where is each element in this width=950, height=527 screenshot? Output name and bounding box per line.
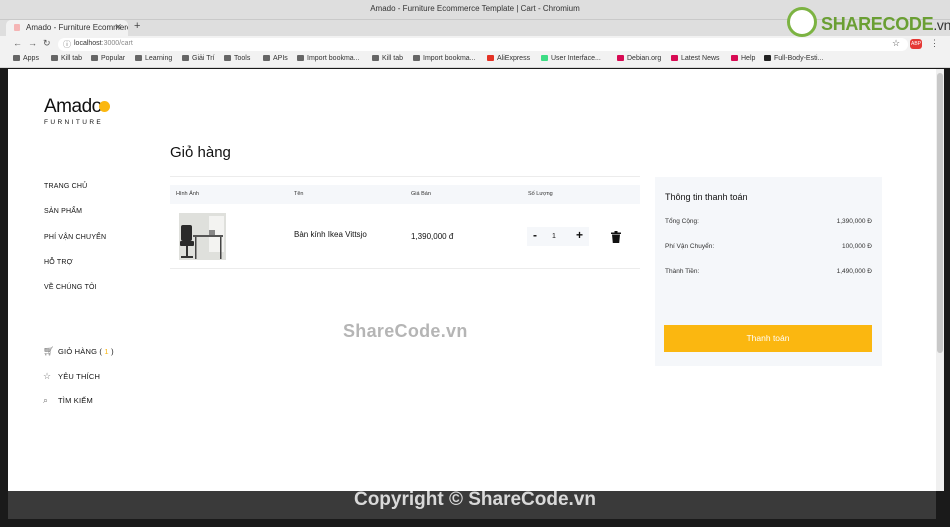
gear-icon [413,55,420,61]
aliexpress-icon [487,55,494,61]
col-header-name: Tên [294,191,304,197]
url-path: :3000/cart [101,40,133,47]
folder-icon [224,55,231,61]
logo-subtitle: FURNITURE [44,119,104,126]
bookmark-kill-tab[interactable]: Kill tab [51,55,82,62]
sidebar-search-link[interactable]: ⌕ TÌM KIẾM [43,395,93,406]
back-icon[interactable]: ← [13,38,22,48]
bookmark-folder-learning[interactable]: Learning [135,55,172,62]
nav-products[interactable]: SẢN PHẨM [44,208,82,215]
gear-icon [297,55,304,61]
bookmark-apps[interactable]: Apps [13,55,39,62]
bookmark-kill-tab-2[interactable]: Kill tab [372,55,403,62]
url-host: localhost [74,40,102,47]
subtotal-label: Tổng Cộng: [665,218,699,225]
row-divider [170,268,640,269]
product-image[interactable] [179,213,226,260]
site-logo[interactable]: Amado [44,96,102,118]
reload-icon[interactable]: ↻ [43,38,51,49]
bookmark-full-body[interactable]: Full-Body-Esti... [764,55,823,62]
watermark-copyright: Copyright © ShareCode.vn [353,489,597,510]
table-header [170,185,640,204]
nav-home[interactable]: TRANG CHỦ [44,183,87,190]
debian-icon [671,55,678,61]
summary-title: Thông tin thanh toán [665,192,748,202]
debian-icon [617,55,624,61]
nav-shipping[interactable]: PHÍ VẬN CHUYỂN [44,234,106,241]
shipping-value: 100,000 Đ [842,243,872,250]
debian-icon [731,55,738,61]
checkout-button[interactable]: Thanh toán [664,325,872,352]
bookmark-help[interactable]: Help [731,55,755,62]
subtotal-value: 1,390,000 Đ [836,218,872,225]
browser-tab[interactable]: Amado - Furniture Ecommerce ✕ [6,20,128,36]
col-header-quantity: Số Lượng [528,191,553,197]
minus-icon[interactable]: - [533,228,537,242]
cart-icon: 🛒︎ [43,346,55,356]
total-value: 1,490,000 Đ [836,268,872,275]
bookmark-folder-giai-tri[interactable]: Giải Trí [182,55,215,62]
android-icon [541,55,548,61]
folder-icon [182,55,189,61]
sharecode-emblem-icon [787,7,817,37]
watermark-center: ShareCode.vn [343,321,468,341]
bookmark-folder-apis[interactable]: APIs [263,55,288,62]
cart-count: 1 [104,347,109,356]
folder-icon [135,55,142,61]
tab-favicon-icon [14,24,20,31]
product-price: 1,390,000 đ [411,232,454,241]
bookmark-folder-tools[interactable]: Tools [224,55,250,62]
sidebar-cart-link[interactable]: 🛒︎ GIỎ HÀNG ( 1 ) [43,346,114,357]
sharecode-logo: SHARECODE.vn [787,7,950,41]
bookmark-import-1[interactable]: Import bookma... [297,55,360,62]
github-icon [764,55,771,61]
bookmark-user-interface[interactable]: User Interface... [541,55,601,62]
apps-grid-icon [13,55,20,61]
col-header-image: Hình Ảnh [176,191,199,197]
product-name[interactable]: Bàn kính Ikea Vittsjo [294,230,367,239]
trash-icon[interactable] [611,231,621,243]
bookmark-debian[interactable]: Debian.org [617,55,661,62]
bookmark-latest-news[interactable]: Latest News [671,55,720,62]
globe-icon [372,55,379,61]
address-bar[interactable]: ⓘ localhost:3000/cart [58,38,908,51]
logo-dot [99,101,110,112]
tab-close-icon[interactable]: ✕ [114,22,122,33]
bookmark-aliexpress[interactable]: AliExpress [487,55,530,62]
bookmark-import-2[interactable]: Import bookma... [413,55,476,62]
shipping-label: Phí Vận Chuyển: [665,243,715,250]
page-title: Giỏ hàng [170,144,231,161]
bookmark-folder-popular[interactable]: Popular [91,55,125,62]
quantity-input[interactable]: 1 [552,233,556,240]
globe-icon [51,55,58,61]
scrollbar-thumb[interactable] [937,73,943,353]
search-icon: ⌕ [43,395,49,405]
folder-icon [263,55,270,61]
info-icon[interactable]: ⓘ [63,39,71,50]
total-label: Thành Tiền: [665,268,700,275]
folder-icon [91,55,98,61]
forward-icon[interactable]: → [28,38,37,48]
divider [170,176,640,177]
page-scrollbar[interactable] [936,69,944,491]
col-header-price: Giá Bán [411,191,431,197]
nav-about[interactable]: VỀ CHÚNG TÔI [44,284,97,291]
plus-icon[interactable]: + [576,228,583,242]
star-icon: ☆ [43,371,52,381]
new-tab-icon[interactable]: + [134,20,140,32]
sidebar-favorites-link[interactable]: ☆ YÊU THÍCH [43,371,100,382]
tab-title: Amado - Furniture Ecommerce [26,23,128,32]
nav-support[interactable]: HỖ TRỢ [44,259,73,266]
